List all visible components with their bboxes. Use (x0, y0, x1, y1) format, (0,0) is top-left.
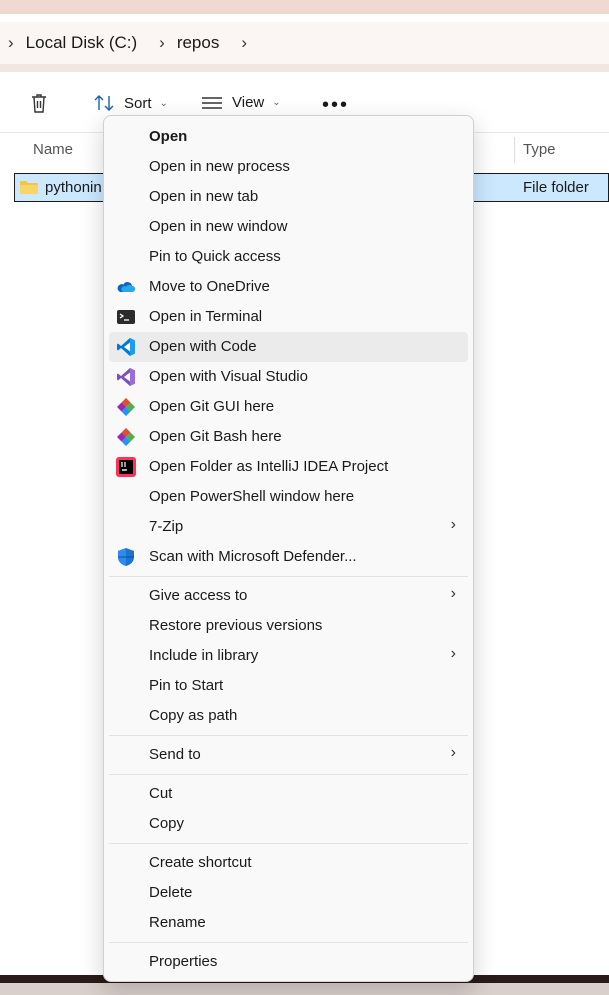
visual-studio-icon (117, 368, 135, 386)
menu-item-cut[interactable]: Cut (109, 779, 468, 809)
view-button[interactable]: View ⌄ (201, 94, 281, 111)
address-bar[interactable]: › Local Disk (C:) › repos › (0, 22, 609, 64)
menu-item-rename[interactable]: Rename (109, 908, 468, 938)
menu-separator (109, 942, 468, 943)
menu-item-7zip[interactable]: 7-Zip › (109, 512, 468, 542)
menu-item-copy-as-path[interactable]: Copy as path (109, 701, 468, 731)
menu-item-label: Open with Visual Studio (149, 368, 308, 385)
menu-item-open-visual-studio[interactable]: Open with Visual Studio (109, 362, 468, 392)
menu-item-open-terminal[interactable]: Open in Terminal (109, 302, 468, 332)
more-options-button[interactable]: ••• (322, 94, 349, 117)
view-list-icon (202, 96, 222, 109)
menu-item-include-library[interactable]: Include in library › (109, 641, 468, 671)
breadcrumb-chevron-icon[interactable]: › (137, 33, 177, 53)
sort-button[interactable]: Sort ⌄ (93, 94, 168, 112)
menu-item-label: Copy (149, 815, 185, 832)
vscode-icon (117, 338, 135, 356)
menu-item-label: Pin to Quick access (149, 248, 281, 265)
menu-item-label: Open Folder as IntelliJ IDEA Project (149, 458, 389, 475)
menu-item-open-with-code[interactable]: Open with Code (109, 332, 468, 362)
folder-icon (20, 181, 38, 194)
column-divider[interactable] (514, 137, 515, 163)
chevron-down-icon: ⌄ (159, 97, 168, 109)
menu-item-label: Open with Code (149, 338, 257, 355)
menu-item-label: Open PowerShell window here (149, 488, 355, 505)
intellij-icon (116, 457, 136, 477)
menu-item-label: Copy as path (149, 707, 238, 724)
file-name: pythonin (45, 179, 102, 196)
menu-item-open-git-gui[interactable]: Open Git GUI here (109, 392, 468, 422)
menu-item-move-onedrive[interactable]: Move to OneDrive (109, 272, 468, 302)
menu-item-label: Open Git Bash here (149, 428, 282, 445)
taskbar-bar (0, 983, 609, 995)
chevron-right-icon: › (450, 744, 456, 761)
menu-item-label: Open Git GUI here (149, 398, 275, 415)
terminal-icon (117, 310, 135, 324)
menu-item-label: Open in Terminal (149, 308, 263, 325)
menu-item-open-new-process[interactable]: Open in new process (109, 152, 468, 182)
column-header-name[interactable]: Name (33, 141, 73, 158)
defender-icon (118, 548, 134, 566)
menu-item-label: 7-Zip (149, 518, 184, 535)
chevron-down-icon: ⌄ (272, 97, 281, 108)
onedrive-icon (117, 282, 135, 292)
menu-item-properties[interactable]: Properties (109, 947, 468, 977)
menu-item-delete[interactable]: Delete (109, 878, 468, 908)
breadcrumb-item-repos[interactable]: repos (177, 33, 220, 53)
sort-label: Sort (124, 94, 152, 112)
menu-item-label: Send to (149, 746, 201, 763)
delete-button[interactable] (29, 92, 49, 114)
menu-item-open-new-tab[interactable]: Open in new tab (109, 182, 468, 212)
menu-item-send-to[interactable]: Send to › (109, 740, 468, 770)
menu-item-label: Scan with Microsoft Defender... (149, 548, 357, 565)
menu-item-open-powershell[interactable]: Open PowerShell window here (109, 482, 468, 512)
view-label: View (232, 94, 265, 111)
breadcrumb-item-local-disk[interactable]: Local Disk (C:) (26, 33, 137, 53)
ellipsis-icon: ••• (322, 94, 350, 116)
menu-item-create-shortcut[interactable]: Create shortcut (109, 848, 468, 878)
menu-item-label: Give access to (149, 587, 248, 604)
git-icon (117, 398, 135, 416)
menu-item-copy[interactable]: Copy (109, 809, 468, 839)
menu-separator (109, 576, 468, 577)
menu-item-label: Open in new window (149, 218, 288, 235)
trash-icon (32, 94, 46, 113)
menu-item-label: Pin to Start (149, 677, 224, 694)
menu-item-give-access[interactable]: Give access to › (109, 581, 468, 611)
sort-icon (94, 95, 114, 111)
menu-item-label: Create shortcut (149, 854, 252, 871)
menu-separator (109, 774, 468, 775)
menu-separator (109, 843, 468, 844)
menu-item-label: Properties (149, 953, 218, 970)
menu-item-pin-quick-access[interactable]: Pin to Quick access (109, 242, 468, 272)
menu-item-label: Include in library (149, 647, 259, 664)
menu-item-scan-defender[interactable]: Scan with Microsoft Defender... (109, 542, 468, 572)
menu-item-label: Open in new process (149, 158, 290, 175)
menu-item-open-git-bash[interactable]: Open Git Bash here (109, 422, 468, 452)
menu-item-label: Move to OneDrive (149, 278, 270, 295)
file-type: File folder (523, 179, 589, 196)
breadcrumb-chevron-icon[interactable]: › (219, 33, 259, 53)
menu-item-open-new-window[interactable]: Open in new window (109, 212, 468, 242)
chevron-right-icon: › (450, 516, 456, 533)
menu-item-pin-start[interactable]: Pin to Start (109, 671, 468, 701)
chevron-right-icon: › (450, 645, 456, 662)
breadcrumb-chevron-icon[interactable]: › (0, 33, 26, 53)
chevron-right-icon: › (450, 585, 456, 602)
menu-item-label: Restore previous versions (149, 617, 323, 634)
menu-item-label: Rename (149, 914, 206, 931)
menu-item-open[interactable]: Open (109, 122, 468, 152)
address-bar-divider (0, 64, 609, 72)
git-icon (117, 428, 135, 446)
menu-separator (109, 735, 468, 736)
menu-item-label: Open (149, 128, 188, 145)
menu-item-label: Delete (149, 884, 193, 901)
menu-item-open-intellij[interactable]: Open Folder as IntelliJ IDEA Project (109, 452, 468, 482)
menu-item-restore-versions[interactable]: Restore previous versions (109, 611, 468, 641)
menu-item-label: Cut (149, 785, 173, 802)
window-top-band (0, 0, 609, 14)
menu-item-label: Open in new tab (149, 188, 259, 205)
column-header-type[interactable]: Type (523, 141, 556, 158)
context-menu: Open Open in new process Open in new tab… (103, 115, 474, 982)
